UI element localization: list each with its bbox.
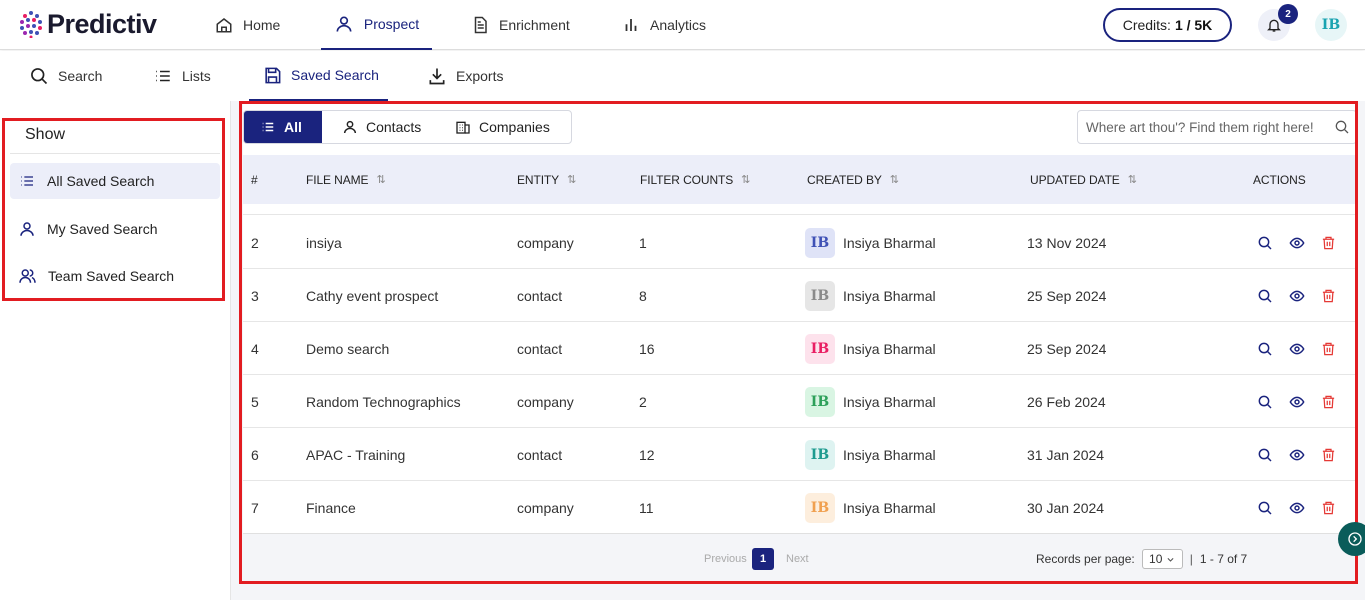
search-icon — [31, 68, 48, 85]
nav-prospect[interactable]: Prospect — [321, 0, 432, 50]
document-icon — [474, 16, 487, 34]
subtab-search-label: Search — [58, 68, 103, 84]
subtab-saved-search[interactable]: Saved Search — [249, 51, 388, 101]
nav-home-label: Home — [243, 17, 281, 33]
download-icon — [429, 68, 445, 85]
subtab-search[interactable]: Search — [29, 51, 102, 101]
credits-pill[interactable]: Credits: 1 / 5K — [1103, 8, 1232, 42]
predictiv-logo-icon — [20, 11, 42, 38]
nav-analytics-label: Analytics — [650, 17, 707, 33]
subtab-lists-label: Lists — [182, 68, 211, 84]
help-chat-button[interactable] — [1338, 522, 1365, 556]
brand-name: Predictiv — [47, 8, 157, 39]
highlight-box-sidebar — [2, 118, 225, 301]
save-icon — [265, 67, 281, 83]
subtab-lists[interactable]: Lists — [153, 51, 211, 101]
top-navbar: Predictiv Home Prospect Enrichment Analy… — [0, 0, 1365, 50]
nav-analytics[interactable]: Analytics — [622, 0, 706, 50]
home-icon — [216, 18, 232, 33]
bar-chart-icon — [625, 19, 637, 31]
sub-navbar: Search Lists Saved Search Exports — [0, 51, 1365, 101]
credits-label: Credits: — [1122, 17, 1171, 33]
user-avatar[interactable]: IB — [1315, 9, 1347, 41]
nav-prospect-label: Prospect — [363, 16, 420, 32]
user-icon — [336, 16, 352, 32]
list-icon — [156, 70, 170, 82]
brand-logo[interactable]: Predictiv — [18, 9, 157, 39]
nav-home[interactable]: Home — [215, 0, 280, 50]
nav-enrichment[interactable]: Enrichment — [471, 0, 570, 50]
subtab-saved-search-label: Saved Search — [291, 67, 379, 83]
subtab-exports[interactable]: Exports — [427, 51, 503, 101]
notification-count-badge: 2 — [1278, 4, 1298, 24]
credits-value: 1 / 5K — [1174, 17, 1213, 33]
chat-icon — [1348, 532, 1362, 546]
highlight-box-main — [239, 101, 1358, 584]
subtab-exports-label: Exports — [456, 68, 504, 84]
nav-enrichment-label: Enrichment — [499, 17, 570, 33]
